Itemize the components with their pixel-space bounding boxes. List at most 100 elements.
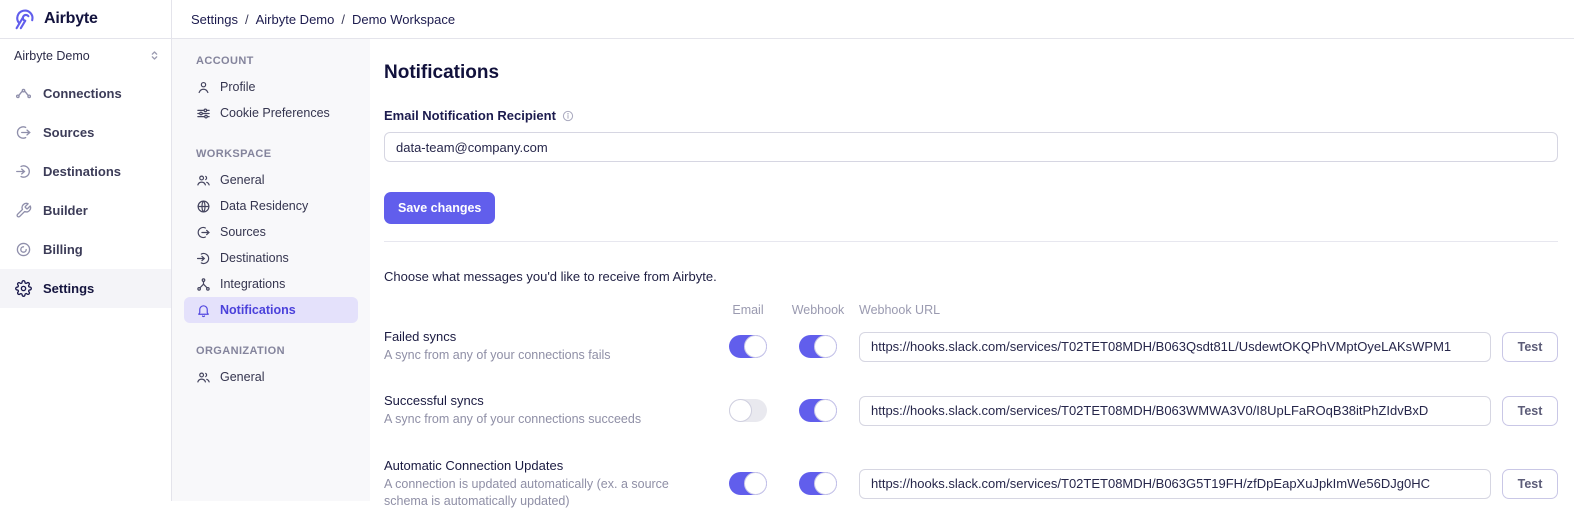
- breadcrumb-separator: /: [245, 12, 249, 27]
- notifications-description: Choose what messages you'd like to recei…: [384, 269, 1558, 284]
- settings-nav-notifications[interactable]: Notifications: [184, 297, 358, 323]
- breadcrumb-separator: /: [341, 12, 345, 27]
- workspace-selector-label: Airbyte Demo: [14, 49, 90, 63]
- row-title: Automatic Connection Updates: [384, 458, 708, 473]
- save-changes-button[interactable]: Save changes: [384, 192, 495, 224]
- notification-row-successful-syncs: Successful syncs A sync from any of your…: [384, 393, 1558, 428]
- toggle-knob: [814, 335, 837, 358]
- settings-nav-label: Sources: [220, 225, 266, 239]
- settings-nav-label: Profile: [220, 80, 255, 94]
- email-toggle[interactable]: [729, 399, 767, 422]
- webhook-toggle[interactable]: [799, 472, 837, 495]
- test-webhook-button[interactable]: Test: [1502, 332, 1558, 362]
- main-content: Notifications Email Notification Recipie…: [370, 39, 1574, 501]
- email-recipient-input[interactable]: [384, 132, 1558, 162]
- sidebar: Airbyte Airbyte Demo Connections: [0, 0, 172, 501]
- sidebar-item-label: Destinations: [43, 164, 121, 179]
- chevrons-up-down-icon: [148, 49, 161, 62]
- section-title-account: ACCOUNT: [196, 55, 358, 67]
- source-icon: [15, 124, 32, 141]
- coin-icon: [15, 241, 32, 258]
- settings-nav-org-general[interactable]: General: [184, 364, 358, 390]
- settings-nav-label: Cookie Preferences: [220, 106, 330, 120]
- integrations-icon: [196, 277, 211, 292]
- sidebar-item-sources[interactable]: Sources: [0, 113, 171, 152]
- sidebar-item-connections[interactable]: Connections: [0, 74, 171, 113]
- sidebar-item-label: Connections: [43, 86, 122, 101]
- row-description: A sync from any of your connections fail…: [384, 347, 708, 364]
- section-divider: [384, 241, 1558, 242]
- wrench-icon: [15, 202, 32, 219]
- breadcrumb: Settings / Airbyte Demo / Demo Workspace: [172, 0, 1574, 39]
- test-webhook-button[interactable]: Test: [1502, 396, 1558, 426]
- sidebar-item-label: Settings: [43, 281, 94, 296]
- connections-icon: [15, 85, 32, 102]
- airbyte-logo-icon: [13, 7, 37, 31]
- settings-nav-label: Notifications: [220, 303, 296, 317]
- page-title: Notifications: [384, 62, 1558, 84]
- breadcrumb-workspace[interactable]: Demo Workspace: [352, 12, 455, 27]
- webhook-url-input[interactable]: [859, 469, 1491, 499]
- notification-row-failed-syncs: Failed syncs A sync from any of your con…: [384, 329, 1558, 364]
- app-window: Airbyte Airbyte Demo Connections: [0, 0, 1574, 501]
- email-recipient-label: Email Notification Recipient: [384, 108, 556, 123]
- sidebar-item-settings[interactable]: Settings: [0, 269, 171, 308]
- row-title: Successful syncs: [384, 393, 708, 408]
- users-icon: [196, 370, 211, 385]
- settings-nav-profile[interactable]: Profile: [184, 74, 358, 100]
- settings-nav-label: Data Residency: [220, 199, 308, 213]
- email-toggle[interactable]: [729, 472, 767, 495]
- header-webhook: Webhook: [792, 303, 845, 317]
- sidebar-item-label: Sources: [43, 125, 94, 140]
- destination-icon: [196, 251, 211, 266]
- bell-icon: [196, 303, 211, 318]
- breadcrumb-organization[interactable]: Airbyte Demo: [256, 12, 335, 27]
- airbyte-logo[interactable]: Airbyte: [0, 0, 171, 39]
- header-email: Email: [732, 303, 763, 317]
- sidebar-item-builder[interactable]: Builder: [0, 191, 171, 230]
- sidebar-item-label: Builder: [43, 203, 88, 218]
- breadcrumb-settings[interactable]: Settings: [191, 12, 238, 27]
- row-description: A sync from any of your connections succ…: [384, 411, 708, 428]
- notification-table-header: Email Webhook Webhook URL: [384, 303, 1558, 317]
- destination-icon: [15, 163, 32, 180]
- settings-nav-cookie-preferences[interactable]: Cookie Preferences: [184, 100, 358, 126]
- sidebar-item-destinations[interactable]: Destinations: [0, 152, 171, 191]
- toggle-knob: [744, 472, 767, 495]
- test-webhook-button[interactable]: Test: [1502, 469, 1558, 499]
- webhook-toggle[interactable]: [799, 399, 837, 422]
- globe-icon: [196, 199, 211, 214]
- settings-nav-sources[interactable]: Sources: [184, 219, 358, 245]
- gear-icon: [15, 280, 32, 297]
- sliders-icon: [196, 106, 211, 121]
- toggle-knob: [744, 335, 767, 358]
- settings-nav-integrations[interactable]: Integrations: [184, 271, 358, 297]
- notification-row-automatic-connection-updates: Automatic Connection Updates A connectio…: [384, 458, 1558, 510]
- section-title-workspace: WORKSPACE: [196, 148, 358, 160]
- section-title-organization: ORGANIZATION: [196, 345, 358, 357]
- settings-nav-label: General: [220, 370, 264, 384]
- webhook-url-input[interactable]: [859, 396, 1491, 426]
- webhook-url-input[interactable]: [859, 332, 1491, 362]
- user-icon: [196, 80, 211, 95]
- row-description: A connection is updated automatically (e…: [384, 476, 708, 510]
- settings-nav-general[interactable]: General: [184, 167, 358, 193]
- email-toggle[interactable]: [729, 335, 767, 358]
- workspace-selector[interactable]: Airbyte Demo: [0, 39, 171, 72]
- source-icon: [196, 225, 211, 240]
- settings-nav-label: Destinations: [220, 251, 289, 265]
- settings-nav-data-residency[interactable]: Data Residency: [184, 193, 358, 219]
- sidebar-item-billing[interactable]: Billing: [0, 230, 171, 269]
- webhook-toggle[interactable]: [799, 335, 837, 358]
- sidebar-item-label: Billing: [43, 242, 83, 257]
- settings-subnav: ACCOUNT Profile: [172, 39, 370, 501]
- info-icon[interactable]: [562, 110, 574, 122]
- settings-nav-destinations[interactable]: Destinations: [184, 245, 358, 271]
- brand-name: Airbyte: [44, 10, 98, 28]
- row-title: Failed syncs: [384, 329, 708, 344]
- users-icon: [196, 173, 211, 188]
- toggle-knob: [814, 472, 837, 495]
- header-webhook-url: Webhook URL: [859, 303, 1491, 317]
- toggle-knob: [814, 399, 837, 422]
- toggle-knob: [729, 399, 752, 422]
